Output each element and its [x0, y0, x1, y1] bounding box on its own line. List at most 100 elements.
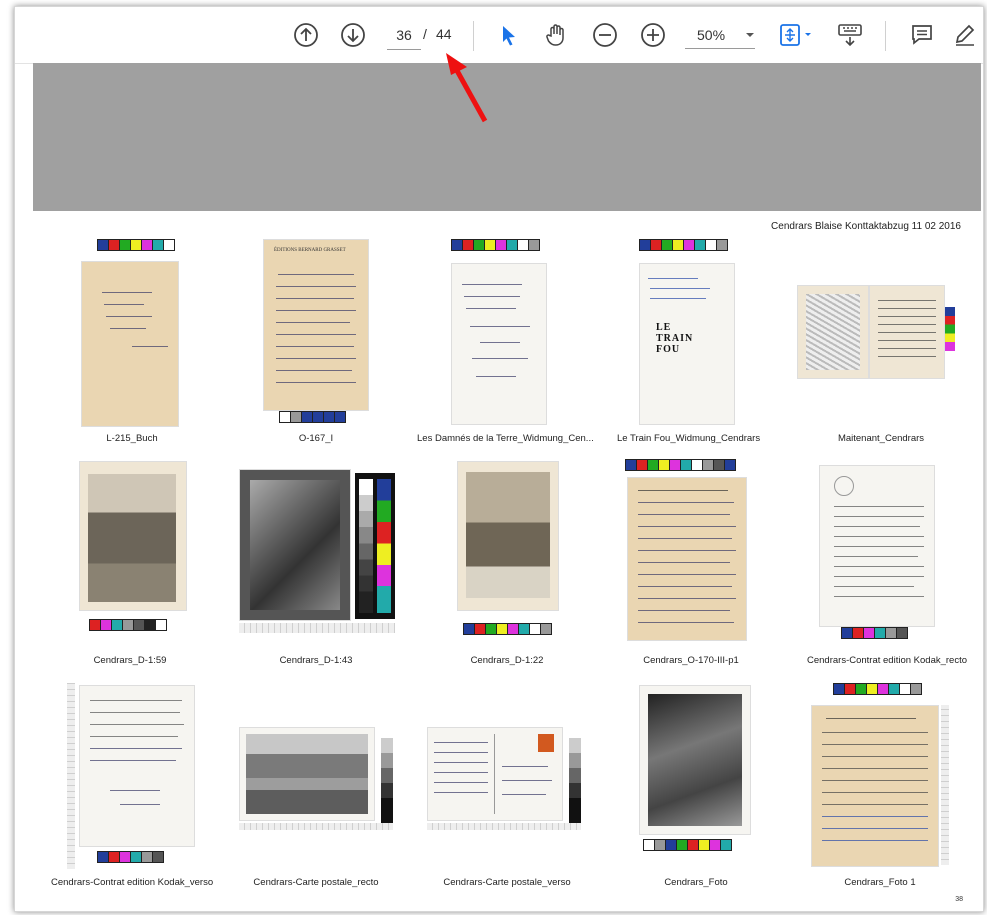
next-page-button[interactable] — [338, 20, 368, 50]
photo-image — [239, 469, 351, 621]
color-chart — [945, 307, 955, 351]
thumbnail-o-167[interactable]: ÉDITIONS BERNARD GRASSET — [257, 239, 375, 429]
color-chart — [833, 683, 922, 695]
illustration-image — [797, 285, 869, 379]
zoom-value: 50% — [697, 26, 726, 43]
arrow-up-circle-icon — [294, 23, 318, 47]
photo-image — [239, 727, 375, 821]
color-chart — [841, 627, 908, 639]
thumbnail-d-1-22[interactable] — [449, 459, 565, 649]
ruler — [427, 823, 581, 830]
thumbnail-caption: Cendrars-Carte postale_verso — [443, 877, 571, 888]
draw-button[interactable] — [951, 20, 979, 50]
thumbnail-o-170-iii-p1[interactable] — [625, 459, 755, 649]
minus-circle-icon — [593, 23, 617, 47]
thumbnail-d-1-43[interactable] — [237, 469, 401, 639]
document-image: ÉDITIONS BERNARD GRASSET — [263, 239, 369, 411]
thumbnail-caption: O-167_I — [298, 433, 334, 444]
scroll-mode-button[interactable] — [835, 20, 865, 50]
thumbnail-le-train-fou[interactable]: LE TRAIN FOU — [633, 239, 741, 429]
color-chart — [355, 473, 395, 619]
ruler — [67, 683, 75, 869]
thumbnail-caption: Cendrars-Contrat edition Kodak_verso — [51, 877, 214, 888]
ruler — [941, 705, 949, 865]
document-image — [869, 285, 945, 379]
hand-tool-button[interactable] — [541, 20, 571, 50]
color-chart — [89, 619, 167, 631]
hand-icon — [546, 24, 564, 46]
thumbnail-contrat-recto[interactable] — [815, 459, 945, 649]
zoom-out-button[interactable] — [590, 20, 620, 50]
book-title-text: LE TRAIN FOU — [656, 322, 694, 355]
color-chart — [451, 239, 540, 251]
zoom-select[interactable]: 50% — [685, 21, 755, 49]
caret-down-icon — [746, 32, 754, 37]
fit-page-icon — [780, 24, 811, 46]
color-chart — [463, 623, 552, 635]
color-chart — [625, 459, 736, 471]
contact-sheet-title: Cendrars Blaise Konttaktabzug 11 02 2016 — [771, 221, 961, 232]
thumbnail-caption: Cendrars-Contrat edition Kodak_recto — [807, 655, 968, 666]
previous-page-button[interactable] — [291, 20, 321, 50]
document-image — [819, 465, 935, 627]
page-separator: / — [423, 26, 427, 42]
document-image: LE TRAIN FOU — [639, 263, 735, 425]
comment-icon — [912, 25, 932, 45]
toolbar-divider — [473, 21, 474, 51]
thumbnail-caption: L-215_Buch — [106, 433, 158, 444]
photo-image — [639, 685, 751, 835]
color-chart — [97, 239, 175, 251]
postcard-image — [427, 727, 563, 821]
thumbnail-caption: Cendrars_O-170-III-p1 — [643, 655, 739, 666]
thumbnail-carte-postale-verso[interactable] — [425, 723, 589, 831]
pdf-viewer-window: / 44 50% — [14, 6, 984, 912]
thumbnail-l-215-buch[interactable] — [75, 239, 187, 429]
toolbar-divider-2 — [885, 21, 886, 51]
document-image — [79, 685, 195, 847]
thumbnail-caption: Cendrars_D-1:22 — [470, 655, 544, 666]
color-chart — [639, 239, 728, 251]
thumbnail-caption: Cendrars_Foto — [664, 877, 728, 888]
cursor-arrow-icon — [503, 26, 515, 46]
thumbnail-cendrars-foto-1[interactable] — [807, 683, 953, 873]
comment-button[interactable] — [907, 20, 937, 50]
page-number-label: 38 — [955, 896, 963, 903]
document-image — [627, 477, 747, 641]
arrow-down-circle-icon — [341, 23, 365, 47]
select-tool-button[interactable] — [497, 20, 521, 50]
page-layout-button[interactable] — [777, 20, 817, 50]
thumbnail-contrat-verso[interactable] — [65, 683, 201, 873]
toolbar: / 44 50% — [15, 7, 983, 64]
thumbnail-maitenant[interactable] — [795, 283, 959, 383]
thumbnail-caption: Cendrars_D-1:59 — [93, 655, 167, 666]
color-chart — [279, 411, 346, 423]
document-image — [811, 705, 939, 867]
document-image — [81, 261, 179, 427]
thumbnail-caption: Cendrars-Carte postale_recto — [253, 877, 379, 888]
grey-scale-chart — [569, 723, 581, 823]
pen-icon — [955, 24, 975, 46]
thumbnail-caption: Cendrars_Foto 1 — [844, 877, 916, 888]
thumbnail-caption: Maitenant_Cendrars — [837, 433, 925, 444]
ruler — [239, 823, 393, 830]
thumbnail-les-damnes[interactable] — [447, 239, 551, 429]
document-image — [451, 263, 547, 425]
thumbnail-carte-postale-recto[interactable] — [237, 723, 401, 831]
letterhead-text: ÉDITIONS BERNARD GRASSET — [274, 248, 346, 253]
thumbnail-d-1-59[interactable] — [73, 459, 189, 649]
photo-image — [79, 461, 187, 611]
page-gap-area — [33, 63, 981, 211]
plus-circle-icon — [641, 23, 665, 47]
page-number-input[interactable] — [387, 21, 421, 50]
photo-image — [457, 461, 559, 611]
zoom-in-button[interactable] — [638, 20, 668, 50]
thumbnail-caption: Cendrars_D-1:43 — [279, 655, 353, 666]
thumbnail-cendrars-foto[interactable] — [633, 683, 757, 873]
total-pages: 44 — [436, 26, 452, 42]
keyboard-download-icon — [838, 24, 862, 47]
grey-scale-chart — [381, 723, 393, 823]
color-chart — [643, 839, 732, 851]
thumbnail-caption: Les Damnés de la Terre_Widmung_Cen... — [417, 433, 594, 444]
color-chart — [97, 851, 164, 863]
ruler — [239, 623, 395, 633]
